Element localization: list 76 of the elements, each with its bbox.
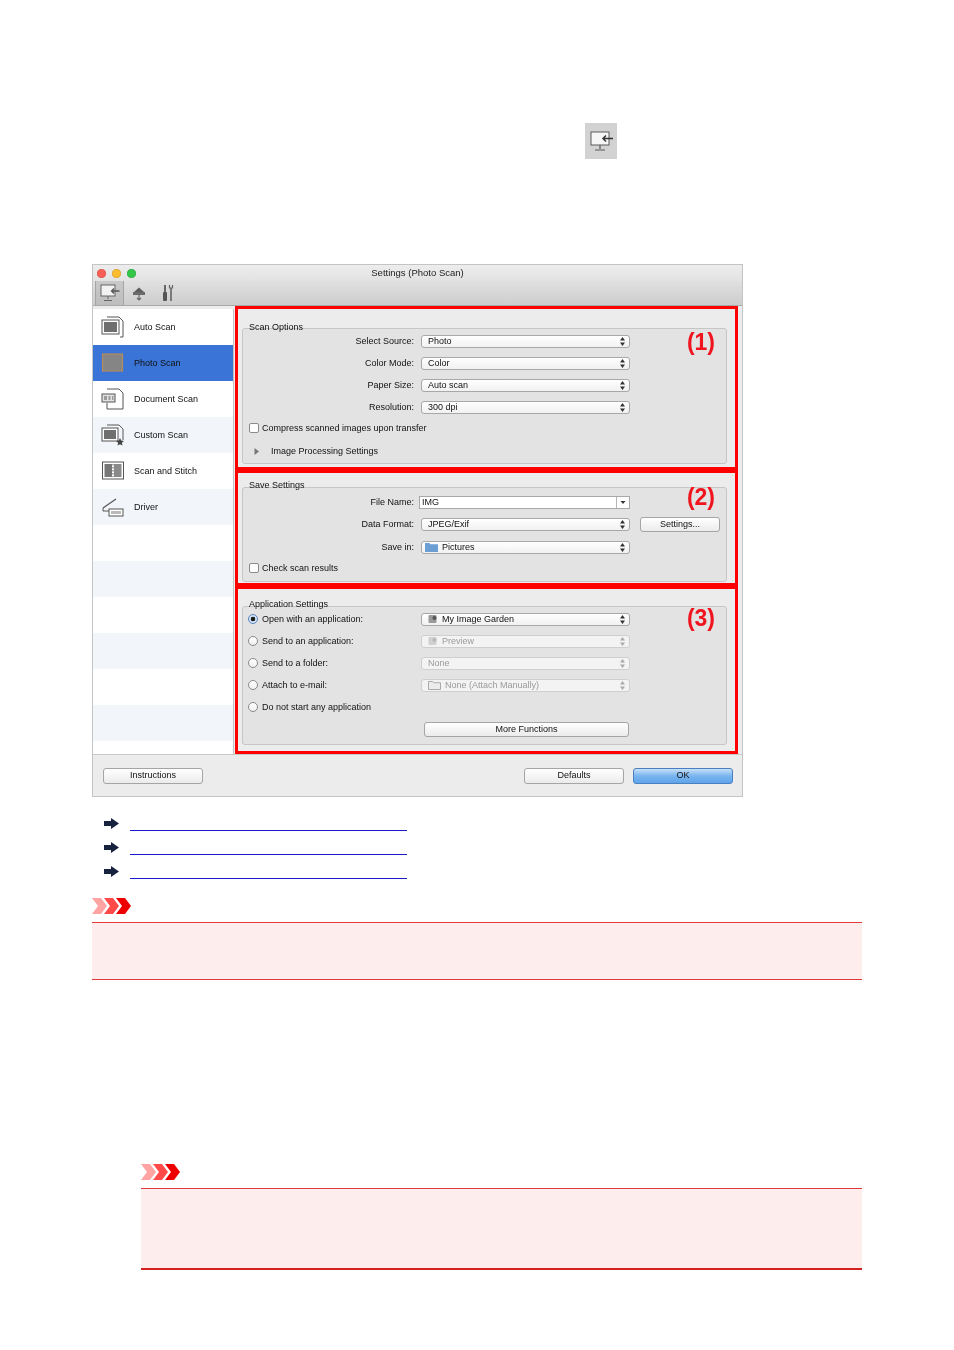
updown-arrows-icon [620,402,625,412]
updown-arrows-icon [620,380,625,390]
monitor-arrow-icon [99,284,120,302]
group-title: Scan Options [249,321,304,333]
checkbox[interactable] [249,563,259,573]
app-icon [428,636,438,646]
dropdown[interactable]: Color [421,356,630,370]
updown-arrows-icon [620,658,625,668]
callout-number: (3) [686,607,715,630]
dropdown[interactable]: 300 dpi [421,400,630,414]
document-pages-icon [101,388,125,410]
dropdown[interactable]: My Image Garden [421,612,630,626]
field-label: Paper Size: [367,379,414,390]
photo-frame-icon [101,352,125,374]
dropdown[interactable]: Auto scan [421,378,630,392]
section-label: Image Processing Settings [271,445,379,457]
sidebar-item[interactable]: Photo Scan [93,345,233,381]
ok-button[interactable]: OK [633,767,733,784]
field-label: Data Format: [361,518,414,529]
pages-star-icon [101,424,125,446]
sidebar-item[interactable]: Auto Scan [93,309,233,345]
option-label: Send to a folder: [262,657,329,668]
dropdown[interactable]: Pictures [421,540,630,554]
option-label: Attach to e-mail: [262,679,328,690]
field-label: Resolution: [368,401,414,412]
updown-arrows-icon [620,358,625,368]
toolbar-button[interactable] [95,281,124,305]
field-label: File Name: [370,496,414,507]
field-label: Select Source: [355,335,414,346]
sidebar-item[interactable]: Document Scan [93,381,233,417]
film-pages-icon [101,460,125,482]
minimize-icon[interactable] [112,268,121,278]
option-label: Do not start any application [262,701,372,712]
arrow-icon [104,817,119,829]
checkbox-label: Compress scanned images upon transfer [262,422,427,434]
folder-icon [425,542,438,552]
group-title: Save Settings [249,479,305,491]
stacked-pages-icon [101,316,125,338]
field-label: Save in: [381,541,414,552]
settings-button[interactable]: Settings... [640,516,720,532]
folder-icon [428,680,441,690]
defaults-button[interactable]: Defaults [524,767,624,784]
field-label: Color Mode: [364,357,414,368]
arrow-icon [104,865,119,877]
caution-chevrons-icon [141,1164,181,1180]
checkbox[interactable] [249,423,259,433]
updown-arrows-icon [620,542,625,552]
updown-arrows-icon [620,519,625,529]
updown-arrows-icon [620,636,625,646]
disclosure-triangle-icon[interactable] [253,447,260,455]
updown-arrows-icon [620,680,625,690]
group-title: Application Settings [249,598,329,610]
sidebar-item[interactable]: Custom Scan [93,417,233,453]
caution-chevrons-icon [92,898,132,914]
option-label: Send to an application: [262,635,354,646]
scanner-icon [101,496,125,518]
callout-number: (2) [686,486,715,509]
updown-arrows-icon [620,336,625,346]
window-title: Settings (Photo Scan) [371,267,464,279]
radio-button[interactable] [248,614,258,624]
dropdown[interactable]: JPEG/Exif [421,517,630,531]
callout-number: (1) [686,331,715,354]
option-label: Open with an application: [262,613,364,624]
sidebar-item[interactable]: Scan and Stitch [93,453,233,489]
radio-button[interactable] [248,702,258,712]
arrow-icon [104,841,119,853]
close-icon[interactable] [97,268,106,278]
dropdown[interactable]: Photo [421,334,630,348]
checkbox-label: Check scan results [262,562,339,574]
updown-arrows-icon [620,614,625,624]
instructions-button[interactable]: Instructions [103,767,203,784]
more-functions-button[interactable]: More Functions [424,721,629,737]
sidebar-item[interactable]: Driver [93,489,233,525]
file-name-combo-box[interactable]: IMG [419,495,630,509]
zoom-icon[interactable] [127,268,136,278]
app-icon [428,614,438,624]
